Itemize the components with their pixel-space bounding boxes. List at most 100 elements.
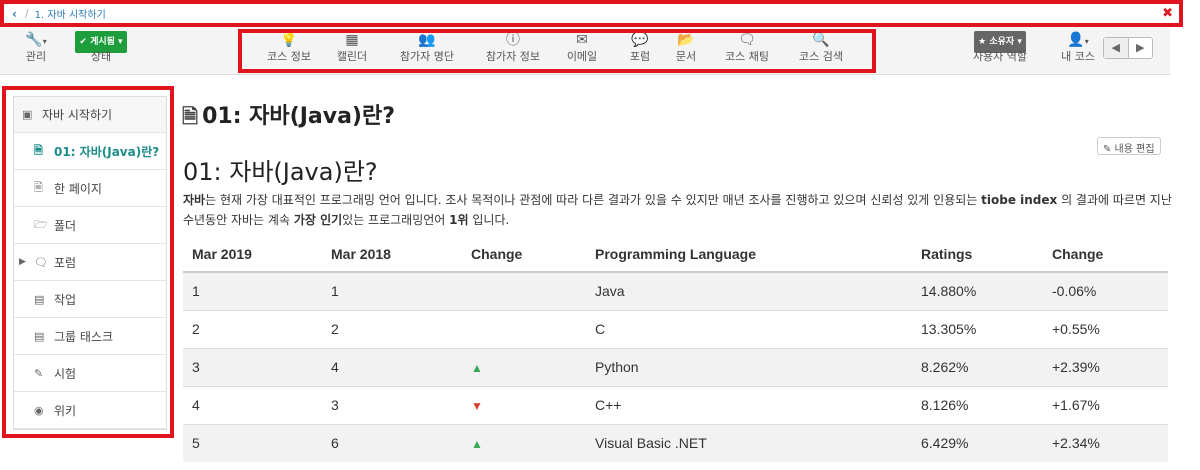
sidebar-item[interactable]: ▤ 그룹 태스크 (14, 318, 166, 355)
table-header-cell: Change (1043, 236, 1168, 273)
para-text-3: 있는 프로그래밍언어 (342, 213, 450, 227)
tiobe-table: Mar 2019 Mar 2018 Change Programming Langua… (183, 236, 1168, 462)
sidebar-item[interactable]: 🗎 01: 자바(Java)란? (14, 133, 166, 170)
table-cell: 8.126% (912, 385, 1043, 424)
manage-label: 관리 (25, 50, 47, 63)
intro-paragraph: 자바는 현재 가장 대표적인 프로그래밍 언어 입니다. 조사 목적이나 관점에… (183, 190, 1173, 230)
table-row: 2 2 C 13.305% +0.55% (183, 309, 1168, 348)
page-title: 🗎 01: 자바(Java)란? (182, 98, 395, 136)
sidebar-item-label: 한 페이지 (54, 181, 102, 196)
arrow-up-icon: ▲ (471, 361, 483, 375)
sidebar-item[interactable]: ✎ 시험 (14, 355, 166, 392)
wrench-icon: 🔧▾ (25, 32, 47, 48)
table-cell: ▼ (462, 385, 586, 424)
cube-icon: ▣ (22, 108, 33, 121)
manage-button[interactable]: 🔧▾ 관리 (18, 30, 54, 64)
document-icon: 🗎 (182, 104, 199, 128)
wiki-icon: ◉ (34, 403, 44, 417)
arrow-up-icon: ▲ (471, 437, 483, 452)
group-task-icon: ▤ (34, 329, 45, 343)
table-cell: 6 (322, 423, 462, 462)
comments-icon: 🗨 (34, 255, 48, 269)
table-header-cell: Change (462, 236, 586, 273)
status-button[interactable]: ✔ 게시됨 ▾ 상태 (68, 30, 134, 64)
table-cell: 1 (183, 271, 322, 310)
table-cell (462, 271, 586, 310)
breadcrumb: ‹ / 1. 자바 시작하기 ✖ (0, 0, 1183, 27)
folder-icon: 🗁 (34, 217, 48, 231)
table-row: 4 3 ▼ C++ 8.126% +1.67% (183, 385, 1168, 424)
close-icon[interactable]: ✖ (1162, 6, 1173, 21)
table-cell: 2 (183, 309, 322, 348)
user-role-button[interactable]: ★ 소유자 ▾ 사용자 역할 (968, 30, 1032, 64)
page-title-text: 01: 자바(Java)란? (202, 104, 395, 129)
table-cell: 5 (183, 423, 322, 462)
back-chevron-icon[interactable]: ‹ (12, 7, 17, 21)
table-cell: ▲ (462, 347, 586, 386)
sidebar-item-label: 포럼 (54, 255, 77, 270)
user-icon: 👤▾ (1067, 32, 1089, 48)
table-cell: +0.55% (1043, 309, 1168, 348)
sidebar-item-label: 위키 (54, 403, 77, 418)
para-most-popular: 가장 인기 (293, 213, 343, 227)
para-text-1: 는 현재 가장 대표적인 프로그래밍 언어 입니다. 조사 목적이나 관점에 따… (205, 193, 982, 207)
table-cell: 6.429% (912, 423, 1043, 462)
table-cell: 2 (322, 309, 462, 348)
table-row: 5 6 ▲ Visual Basic .NET 6.429% +2.34% (183, 423, 1168, 462)
page-icon: 🗎 (34, 143, 43, 157)
expand-caret-icon[interactable]: ▶ (19, 257, 26, 267)
breadcrumb-separator: / (24, 7, 29, 20)
course-menu: ▣ 자바 시작하기 🗎 01: 자바(Java)란? 🗎 한 페이지 🗁 폴더 ▶ 🗨 포럼 ▤ 작… (13, 96, 167, 430)
para-java: 자바 (183, 193, 206, 207)
table-cell: +2.34% (1043, 423, 1168, 462)
table-cell: 13.305% (912, 309, 1043, 348)
table-cell: C++ (586, 385, 912, 424)
sidebar-item[interactable]: 🗎 한 페이지 (14, 170, 166, 207)
table-cell: 3 (183, 347, 322, 386)
table-cell: 14.880% (912, 271, 1043, 310)
table-row: 3 4 ▲ Python 8.262% +2.39% (183, 347, 1168, 386)
table-header-cell: Mar 2019 (183, 236, 322, 273)
table-cell (462, 309, 586, 348)
table-cell: -0.06% (1043, 271, 1168, 310)
sidebar-item[interactable]: 🗁 폴더 (14, 207, 166, 244)
table-row: 1 1 Java 14.880% -0.06% (183, 271, 1168, 310)
table-cell: 8.262% (912, 347, 1043, 386)
table-header-cell: Programming Language (586, 236, 912, 273)
table-cell: ▲ (462, 423, 586, 462)
test-icon: ✎ (34, 366, 44, 380)
table-cell: Java (586, 271, 912, 310)
next-icon[interactable]: ▶ (1129, 38, 1153, 58)
table-header-cell: Ratings (912, 236, 1043, 273)
table-cell: C (586, 309, 912, 348)
table-cell: Visual Basic .NET (586, 423, 912, 462)
table-cell: 4 (183, 385, 322, 424)
table-cell: 3 (322, 385, 462, 424)
edit-content-button[interactable]: ✎ 내용 편집 (1097, 137, 1161, 155)
sidebar-item-label: 01: 자바(Java)란? (54, 144, 160, 159)
my-course-label: 내 코스 (1061, 50, 1095, 63)
para-rank-1: 1위 (449, 213, 469, 227)
sidebar-item-label: 그룹 태스크 (54, 329, 114, 344)
para-text-4: 입니다. (468, 213, 510, 227)
sidebar-item[interactable]: ▶ 🗨 포럼 (14, 244, 166, 281)
table-cell: 1 (322, 271, 462, 310)
sidebar-item[interactable]: ◉ 위키 (14, 392, 166, 429)
course-menu-title[interactable]: ▣ 자바 시작하기 (14, 97, 166, 133)
table-header-cell: Mar 2018 (322, 236, 462, 273)
user-role-label: 사용자 역할 (972, 50, 1028, 63)
table-cell: +1.67% (1043, 385, 1168, 424)
page-icon: 🗎 (34, 180, 43, 194)
course-menu-highlight: ▣ 자바 시작하기 🗎 01: 자바(Java)란? 🗎 한 페이지 🗁 폴더 ▶ 🗨 포럼 ▤ 작… (2, 86, 174, 438)
table-cell: Python (586, 347, 912, 386)
arrow-down-icon: ▼ (471, 399, 483, 413)
breadcrumb-current[interactable]: 1. 자바 시작하기 (35, 6, 106, 21)
sidebar-item[interactable]: ▤ 작업 (14, 281, 166, 318)
course-menu-title-label: 자바 시작하기 (42, 108, 113, 122)
sidebar-item-label: 시험 (54, 366, 77, 381)
previous-icon[interactable]: ◀ (1104, 38, 1129, 58)
sidebar-item-label: 작업 (54, 292, 77, 307)
table-cell: 4 (322, 347, 462, 386)
my-course-button[interactable]: 👤▾ 내 코스 (1056, 30, 1100, 64)
sidebar-item-label: 폴더 (54, 218, 77, 233)
